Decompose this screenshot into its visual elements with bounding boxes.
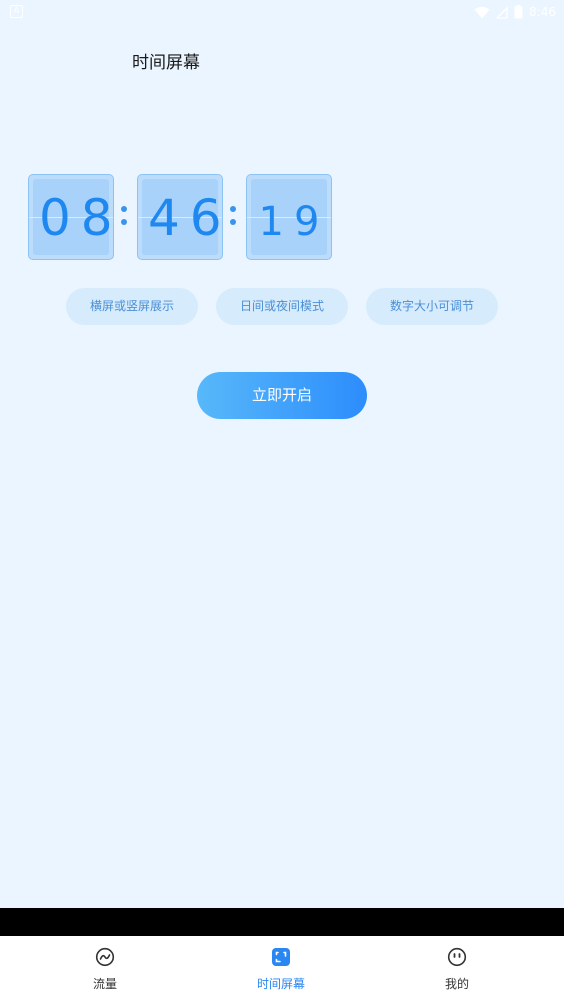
- page-title: 时间屏幕: [132, 53, 200, 73]
- app-screen: A 8:46 时间屏幕 08 46 19 横屏或竖屏展示 日间或夜间模式 数字大…: [0, 0, 564, 1002]
- system-bar-strip: [0, 908, 564, 936]
- hours-card: 08: [28, 174, 114, 260]
- nav-item-profile[interactable]: 我的: [397, 936, 517, 1002]
- nav-item-traffic[interactable]: 流量: [45, 936, 165, 1002]
- feature-chip-digit-size: 数字大小可调节: [366, 288, 498, 325]
- profile-icon: [447, 947, 467, 967]
- nav-label-profile: 我的: [444, 977, 469, 991]
- traffic-icon: [95, 947, 115, 967]
- status-indicators: 8:46: [474, 3, 556, 21]
- flip-clock: 08 46 19: [28, 174, 332, 260]
- start-now-button[interactable]: 立即开启: [197, 372, 367, 419]
- status-bar: A 8:46: [0, 0, 564, 24]
- hours-digits: 08: [39, 189, 123, 247]
- battery-icon: [514, 5, 523, 19]
- seconds-digits: 19: [258, 199, 330, 245]
- bottom-navigation: 流量 时间屏幕 我的: [0, 936, 564, 1002]
- minutes-card: 46: [137, 174, 223, 260]
- feature-chip-day-night: 日间或夜间模式: [216, 288, 348, 325]
- nav-label-time-screen: 时间屏幕: [256, 977, 305, 991]
- colon-separator: [119, 202, 129, 232]
- seconds-card: 19: [246, 174, 332, 260]
- signal-icon: [496, 5, 508, 19]
- status-time: 8:46: [529, 5, 556, 19]
- feature-chip-orientation: 横屏或竖屏展示: [66, 288, 198, 325]
- wifi-icon: [474, 6, 490, 18]
- nav-item-time-screen[interactable]: 时间屏幕: [221, 936, 341, 1002]
- notification-a-icon: A: [10, 5, 23, 18]
- minutes-digits: 46: [148, 189, 232, 247]
- nav-label-traffic: 流量: [92, 977, 117, 991]
- time-screen-icon: [272, 948, 290, 966]
- colon-separator: [228, 202, 238, 232]
